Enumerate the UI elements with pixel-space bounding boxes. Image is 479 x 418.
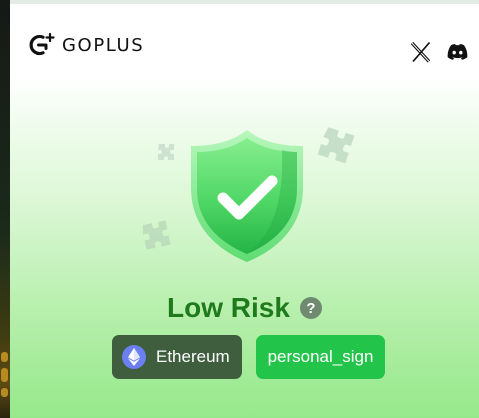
discord-icon [447, 44, 467, 60]
background-speck [1, 352, 8, 362]
security-panel: GOPLUS Low Risk ? Ethereum personal_sign [10, 4, 479, 418]
puzzle-decoration-icon [142, 220, 171, 250]
ethereum-icon [122, 345, 146, 369]
method-badge: personal_sign [256, 335, 385, 379]
discord-link-button[interactable] [445, 40, 469, 64]
risk-level-title: Low Risk [167, 292, 290, 323]
chain-name: Ethereum [156, 347, 230, 366]
brand-name: GOPLUS [62, 34, 145, 56]
brand-logo: GOPLUS [26, 32, 144, 58]
x-link-button[interactable] [409, 40, 433, 64]
help-icon[interactable]: ? [299, 297, 322, 319]
shield-check-icon [191, 130, 303, 262]
background-speck [1, 368, 8, 382]
request-badges: Ethereum personal_sign [112, 335, 385, 379]
puzzle-decoration-icon [158, 144, 174, 160]
chain-badge: Ethereum [112, 335, 242, 379]
background-speck [1, 388, 8, 397]
background-edge [0, 0, 10, 418]
method-name: personal_sign [267, 347, 374, 366]
puzzle-decoration-icon [317, 127, 355, 164]
social-links [409, 40, 469, 64]
x-icon [410, 41, 431, 63]
goplus-logo-icon [29, 32, 55, 56]
risk-summary: Low Risk ? [10, 290, 479, 326]
